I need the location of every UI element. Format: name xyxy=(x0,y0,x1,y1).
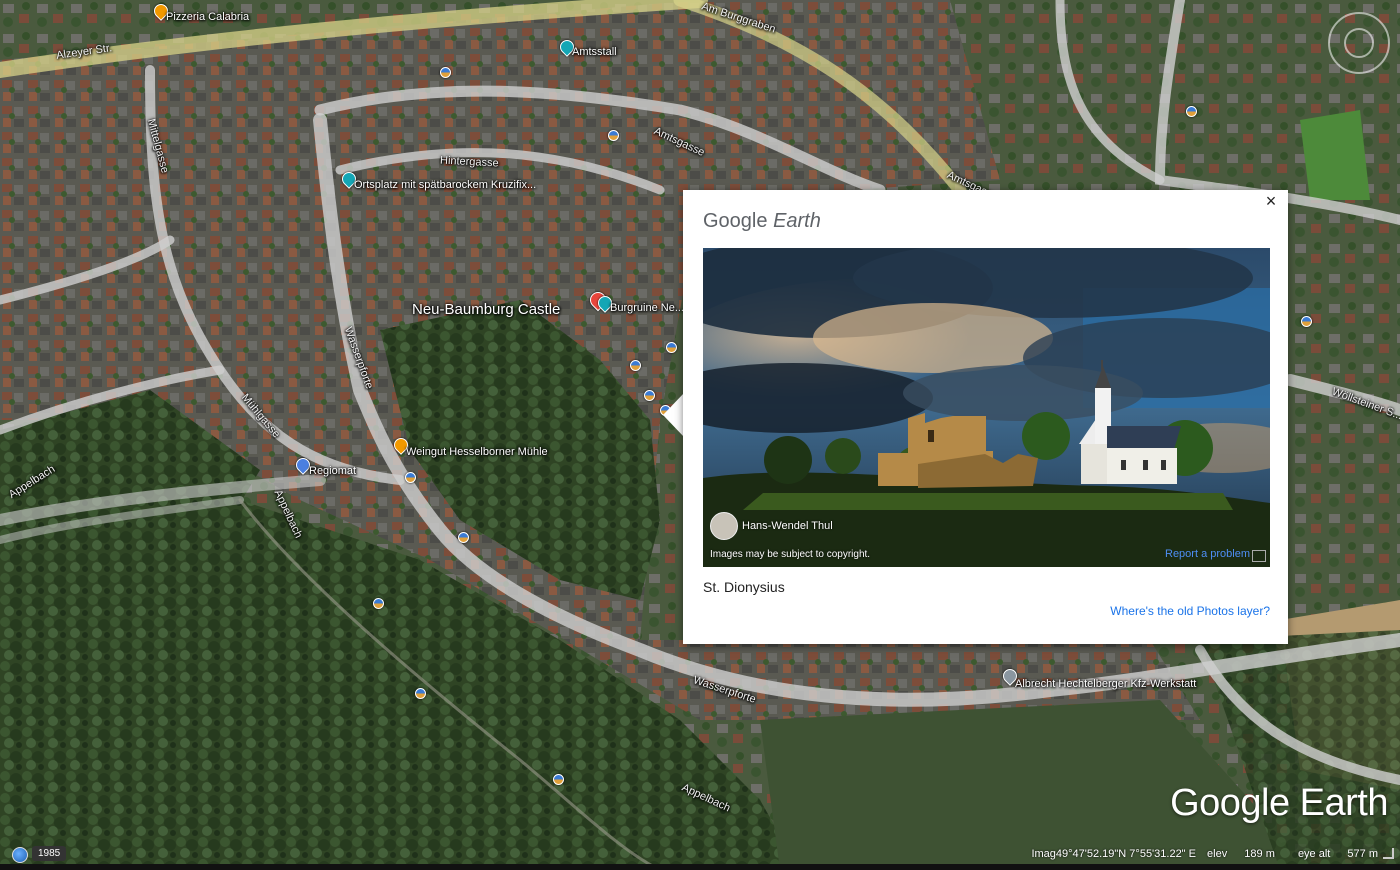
compass-ring-icon[interactable] xyxy=(1344,28,1374,58)
photo-marker[interactable] xyxy=(630,360,641,371)
navigation-compass[interactable] xyxy=(1328,12,1390,74)
photo-marker[interactable] xyxy=(1301,316,1312,327)
copyright-notice: Images may be subject to copyright. xyxy=(710,549,871,560)
historical-imagery-year[interactable]: 1985 xyxy=(32,846,67,861)
photo-marker[interactable] xyxy=(373,598,384,609)
resize-grip-icon[interactable] xyxy=(1383,848,1394,859)
status-bar: 1985 Imag49°47'52.19"N 7°55'31.22" E ele… xyxy=(0,844,1400,864)
brand-google: Google xyxy=(703,210,768,232)
coordinates: 49°47'52.19"N 7°55'31.22" E xyxy=(1055,848,1196,860)
place-photo[interactable]: Hans-Wendel Thul Images may be subject t… xyxy=(703,248,1270,567)
close-icon[interactable]: × xyxy=(1262,192,1280,210)
photo-marker[interactable] xyxy=(644,390,655,401)
popup-brand-logo: Google Earth xyxy=(703,210,821,233)
status-info: Imag49°47'52.19"N 7°55'31.22" E elev 189… xyxy=(1023,848,1378,860)
photo-marker[interactable] xyxy=(405,472,416,483)
popup-pointer xyxy=(663,393,684,437)
imagery-date-label: Imag xyxy=(1031,848,1056,860)
globe-icon[interactable] xyxy=(12,847,28,863)
photo-marker[interactable] xyxy=(458,532,469,543)
map-label-weingut[interactable]: Weingut Hesselborner Mühle xyxy=(406,446,548,458)
photo-marker[interactable] xyxy=(415,688,426,699)
elevation-label: elev xyxy=(1207,848,1228,860)
map-label-amtsstall[interactable]: Amtsstall xyxy=(572,46,617,58)
contributor-avatar[interactable] xyxy=(710,512,738,540)
brand-earth: Earth xyxy=(773,210,821,232)
place-title: St. Dionysius xyxy=(703,579,785,595)
elevation-value: 189 m xyxy=(1244,848,1275,860)
old-photos-layer-link[interactable]: Where's the old Photos layer? xyxy=(1110,604,1270,618)
expand-photo-icon[interactable] xyxy=(1252,550,1266,562)
map-label-castle[interactable]: Neu-Baumburg Castle xyxy=(412,301,560,318)
map-label-pizzeria[interactable]: Pizzeria Calabria xyxy=(166,11,249,23)
map-label-regiomat[interactable]: Regiomat xyxy=(309,465,356,477)
map-label-burgruine[interactable]: Burgruine Ne... xyxy=(610,302,684,314)
photo-marker[interactable] xyxy=(666,342,677,353)
eye-altitude-value: 577 m xyxy=(1347,848,1378,860)
report-problem-link[interactable]: Report a problem xyxy=(1165,548,1250,560)
map-label-ortsplatz[interactable]: Ortsplatz mit spätbarockem Kruzifix... xyxy=(354,179,536,191)
photo-marker[interactable] xyxy=(440,67,451,78)
map-label-albrecht[interactable]: Albrecht Hechtelberger Kfz-Werkstatt xyxy=(1015,678,1196,690)
photo-marker[interactable] xyxy=(1186,106,1197,117)
photo-marker[interactable] xyxy=(553,774,564,785)
contributor-name[interactable]: Hans-Wendel Thul xyxy=(742,520,833,532)
eye-altitude-label: eye alt xyxy=(1297,848,1331,860)
google-earth-watermark: Google Earth xyxy=(1170,782,1388,824)
bottom-strip xyxy=(0,864,1400,870)
info-popup: × Google Earth Hans-Wendel Thul Images m… xyxy=(683,190,1288,644)
photo-marker[interactable] xyxy=(608,130,619,141)
